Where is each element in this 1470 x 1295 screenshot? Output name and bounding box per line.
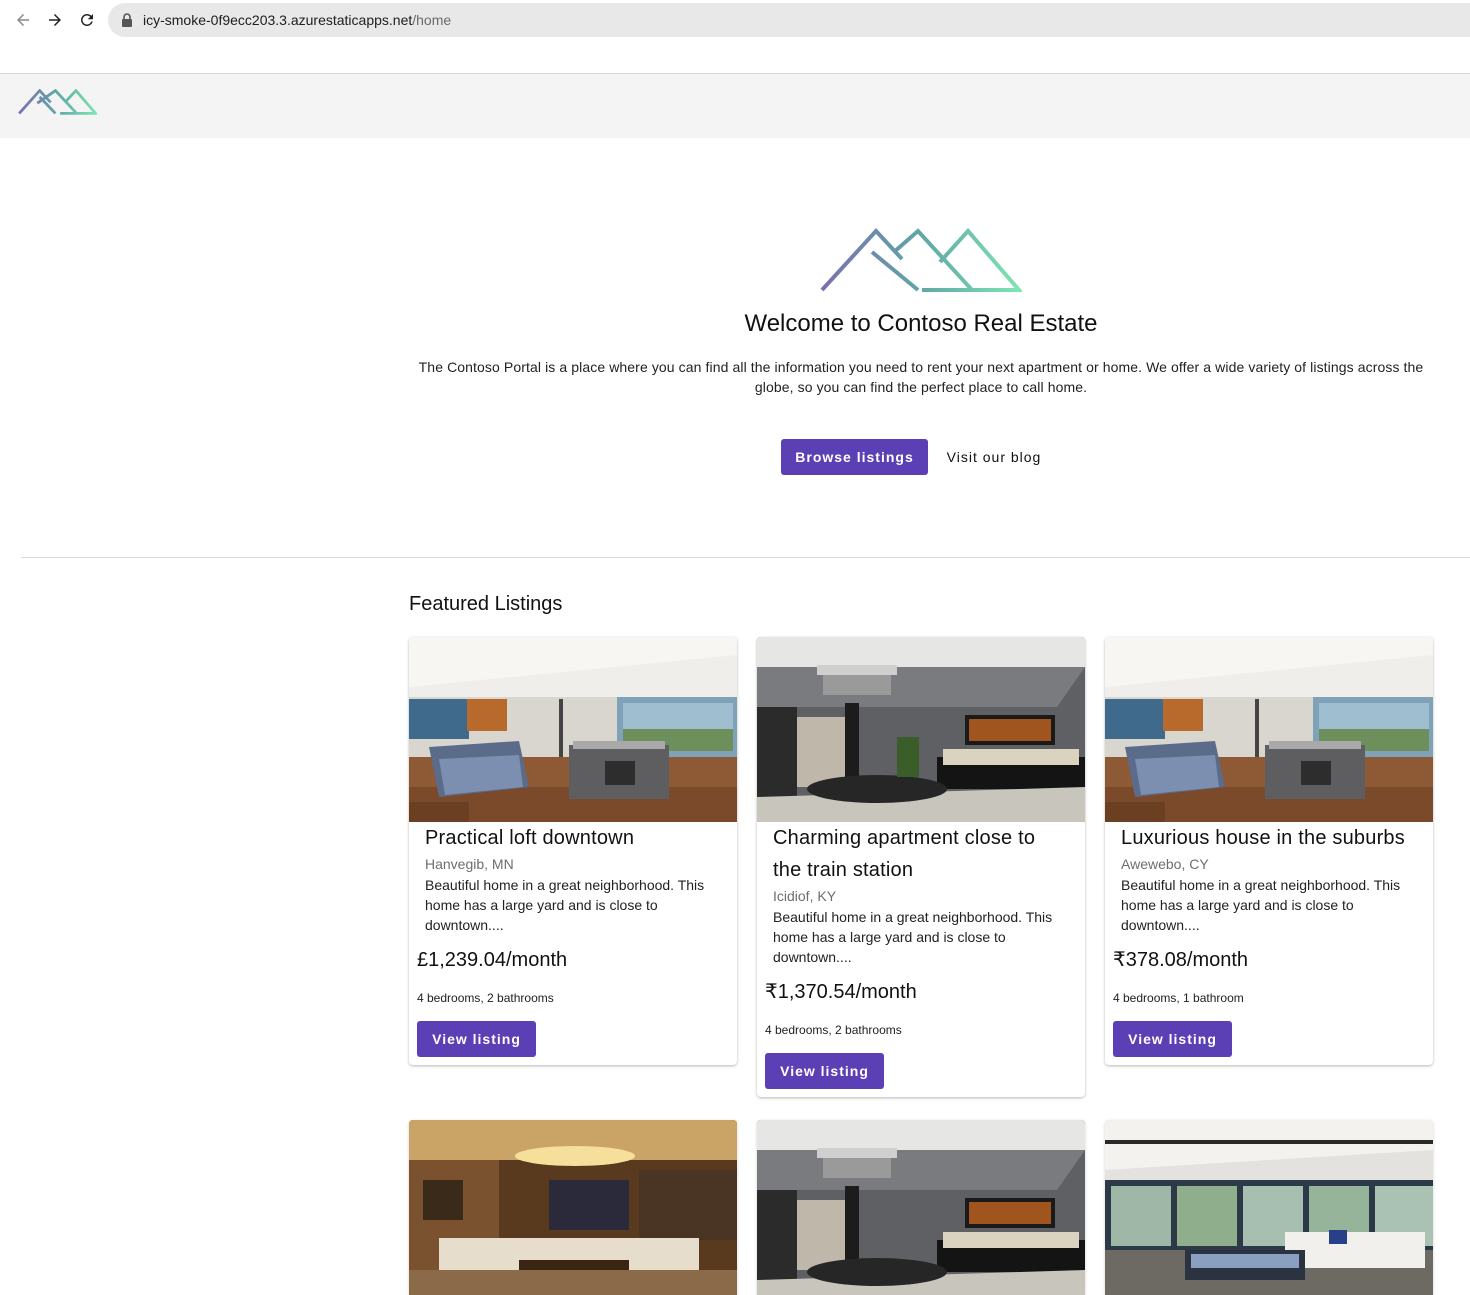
listing-description: Beautiful home in a great neighborhood. … — [773, 909, 1053, 965]
view-listing-button[interactable]: View listing — [765, 1053, 884, 1089]
section-divider — [21, 557, 1470, 558]
reload-icon[interactable] — [75, 8, 99, 32]
listing-card: Charming apartment close to the train st… — [757, 637, 1085, 1097]
listing-card: Luxurious house in the suburbs Awewebo, … — [1105, 637, 1433, 1065]
listing-card — [1105, 1120, 1433, 1295]
hero-logo-icon — [820, 228, 1022, 292]
loft-interior-image[interactable] — [409, 637, 737, 822]
contoso-logo-icon[interactable] — [17, 89, 97, 115]
listing-card — [757, 1120, 1085, 1295]
listing-location: Awewebo, CY — [1121, 856, 1209, 872]
view-listing-button[interactable]: View listing — [417, 1021, 536, 1057]
visit-blog-link[interactable]: Visit our blog — [932, 439, 1056, 475]
address-bar[interactable]: icy-smoke-0f9ecc203.3.azurestaticapps.ne… — [108, 3, 1470, 37]
listing-card — [409, 1120, 737, 1295]
listing-card: Practical loft downtown Hanvegib, MN Bea… — [409, 637, 737, 1065]
listing-price: ₹378.08/month — [1113, 949, 1249, 971]
listing-rooms: 4 bedrooms, 1 bathroom — [1113, 991, 1244, 1005]
warm-living-room-image[interactable] — [409, 1120, 737, 1295]
browser-chrome: icy-smoke-0f9ecc203.3.azurestaticapps.ne… — [0, 0, 1470, 74]
url-text: icy-smoke-0f9ecc203.3.azurestaticapps.ne… — [143, 12, 452, 28]
listing-price: £1,239.04/month — [417, 949, 568, 971]
listing-location: Icidiof, KY — [773, 888, 837, 904]
view-listing-button[interactable]: View listing — [1113, 1021, 1232, 1057]
listing-title: Charming apartment close to the train st… — [773, 827, 1036, 881]
hero-title: Welcome to Contoso Real Estate — [744, 310, 1098, 337]
bright-loft-living-image[interactable] — [1105, 1120, 1433, 1295]
listing-title: Luxurious house in the suburbs — [1121, 827, 1405, 849]
featured-listings-title: Featured Listings — [409, 593, 563, 615]
hero-description: The Contoso Portal is a place where you … — [418, 359, 1424, 395]
app-header — [0, 74, 1470, 138]
listing-description: Beautiful home in a great neighborhood. … — [1121, 877, 1401, 933]
back-icon[interactable] — [11, 8, 35, 32]
chandelier-living-room-image[interactable] — [757, 1120, 1085, 1295]
listing-title: Practical loft downtown — [425, 827, 635, 849]
listing-location: Hanvegib, MN — [425, 856, 514, 872]
lock-icon — [122, 13, 132, 27]
forward-icon[interactable] — [43, 8, 67, 32]
loft-interior-image[interactable] — [1105, 637, 1433, 822]
listing-price: ₹1,370.54/month — [765, 981, 917, 1003]
listing-rooms: 4 bedrooms, 2 bathrooms — [417, 991, 554, 1005]
browse-listings-button[interactable]: Browse listings — [781, 439, 928, 475]
listing-rooms: 4 bedrooms, 2 bathrooms — [765, 1023, 902, 1037]
chandelier-living-room-image[interactable] — [757, 637, 1085, 822]
listing-description: Beautiful home in a great neighborhood. … — [425, 877, 705, 933]
